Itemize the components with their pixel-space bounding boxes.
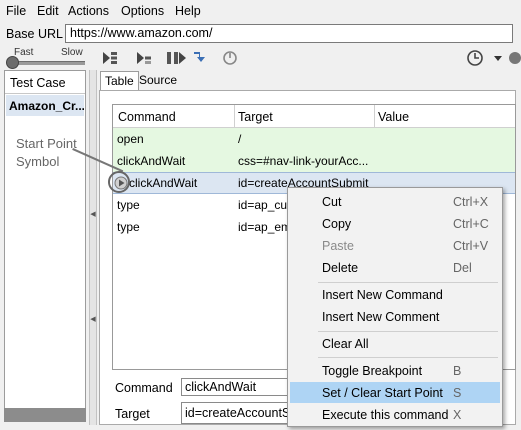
speed-slow-label: Slow — [61, 47, 83, 58]
menu-separator — [318, 331, 498, 332]
menu-item-copy[interactable]: Copy Ctrl+C — [290, 213, 500, 234]
tab-table[interactable]: Table — [100, 71, 139, 90]
test-case-item-label: Amazon_Cr... — [9, 99, 84, 113]
menu-item-shortcut: Ctrl+V — [453, 239, 489, 253]
target-label: Target — [115, 407, 150, 421]
test-case-item[interactable]: Amazon_Cr... — [6, 95, 84, 116]
step-icon[interactable] — [171, 49, 189, 67]
menu-item-label: Cut — [322, 195, 342, 209]
menu-item-shortcut: Del — [453, 261, 472, 275]
header-command[interactable]: Command — [118, 110, 176, 124]
menu-separator — [318, 357, 498, 358]
row-command: open — [117, 132, 144, 146]
timer-icon[interactable] — [221, 49, 239, 67]
row-command: clickAndWait — [117, 154, 186, 168]
table-row[interactable]: clickAndWait css=#nav-link-yourAcc... — [113, 150, 515, 172]
row-target: css=#nav-link-yourAcc... — [238, 154, 369, 168]
table-row[interactable]: open / — [113, 128, 515, 150]
row-command: clickAndWait — [129, 176, 198, 190]
menu-item-label: Clear All — [322, 337, 369, 351]
row-command: type — [117, 220, 140, 234]
menu-item-shortcut: Ctrl+C — [453, 217, 489, 231]
speed-slider-track[interactable] — [11, 61, 85, 65]
base-url-input[interactable]: https://www.amazon.com/ — [65, 24, 513, 43]
menu-item-shortcut: B — [453, 364, 462, 378]
command-label: Command — [115, 381, 173, 395]
menu-item-set-start-point[interactable]: Set / Clear Start Point S — [290, 382, 500, 403]
dropdown-arrow-icon[interactable] — [489, 49, 507, 67]
context-menu: Cut Ctrl+X Copy Ctrl+C Paste Ctrl+V Dele… — [287, 187, 503, 427]
menu-item-shortcut: X — [453, 408, 462, 422]
test-case-panel: Test Case Amazon_Cr... — [4, 70, 86, 412]
annotation-circle — [108, 171, 130, 193]
menu-actions[interactable]: Actions — [68, 4, 109, 18]
menu-options[interactable]: Options — [121, 4, 164, 18]
menu-item-shortcut: Ctrl+X — [453, 195, 489, 209]
menu-item-execute-command[interactable]: Execute this command X — [290, 404, 500, 425]
header-value[interactable]: Value — [378, 110, 409, 124]
menu-item-delete[interactable]: Delete Del — [290, 257, 500, 278]
menu-item-insert-command[interactable]: Insert New Command — [290, 284, 500, 305]
tab-source[interactable]: Source — [135, 71, 181, 89]
row-target: id=ap_em — [238, 220, 292, 234]
menu-item-label: Insert New Command — [322, 288, 443, 302]
menu-item-label: Delete — [322, 261, 359, 275]
record-icon[interactable] — [506, 49, 521, 67]
clock-icon[interactable] — [466, 49, 484, 67]
menu-item-label: Copy — [322, 217, 352, 231]
menu-item-insert-comment[interactable]: Insert New Comment — [290, 306, 500, 327]
menu-item-paste[interactable]: Paste Ctrl+V — [290, 235, 500, 256]
test-case-header: Test Case — [5, 71, 85, 94]
menu-help[interactable]: Help — [175, 4, 201, 18]
menu-item-label: Set / Clear Start Point — [322, 386, 443, 400]
menu-separator — [318, 282, 498, 283]
left-panel-scrollbar[interactable] — [4, 408, 86, 422]
start-point-annotation: Start Point Symbol — [16, 135, 77, 171]
menu-item-toggle-breakpoint[interactable]: Toggle Breakpoint B — [290, 360, 500, 381]
test-case-header-label: Test Case — [10, 76, 66, 90]
speed-slider-thumb[interactable] — [6, 56, 19, 69]
menu-bar: File Edit Actions Options Help — [0, 0, 521, 22]
annotation-line-1: Start Point — [16, 136, 77, 151]
expand-arrow-icon[interactable]: ◀ — [90, 315, 96, 323]
menu-item-label: Insert New Comment — [322, 310, 440, 324]
play-all-icon[interactable] — [101, 49, 119, 67]
header-target[interactable]: Target — [238, 110, 273, 124]
base-url-row: Base URL https://www.amazon.com/ — [0, 23, 521, 45]
base-url-label: Base URL — [6, 27, 63, 41]
speed-fast-label: Fast — [14, 47, 34, 58]
play-current-icon[interactable] — [135, 49, 153, 67]
table-header: Command Target Value — [113, 105, 515, 128]
menu-item-clear-all[interactable]: Clear All — [290, 333, 500, 354]
menu-item-label: Execute this command — [322, 408, 449, 422]
row-target: id=ap_cu — [238, 198, 288, 212]
menu-edit[interactable]: Edit — [37, 4, 59, 18]
collapse-arrow-icon[interactable]: ◀ — [90, 210, 96, 218]
menu-item-shortcut: S — [453, 386, 462, 400]
panel-splitter[interactable]: ◀ ◀ — [89, 70, 97, 425]
row-command: type — [117, 198, 140, 212]
menu-file[interactable]: File — [6, 4, 26, 18]
row-target: / — [238, 132, 242, 146]
menu-item-label: Paste — [322, 239, 354, 253]
menu-item-cut[interactable]: Cut Ctrl+X — [290, 191, 500, 212]
rollup-icon[interactable] — [191, 49, 209, 67]
menu-item-label: Toggle Breakpoint — [322, 364, 423, 378]
annotation-line-2: Symbol — [16, 154, 60, 169]
